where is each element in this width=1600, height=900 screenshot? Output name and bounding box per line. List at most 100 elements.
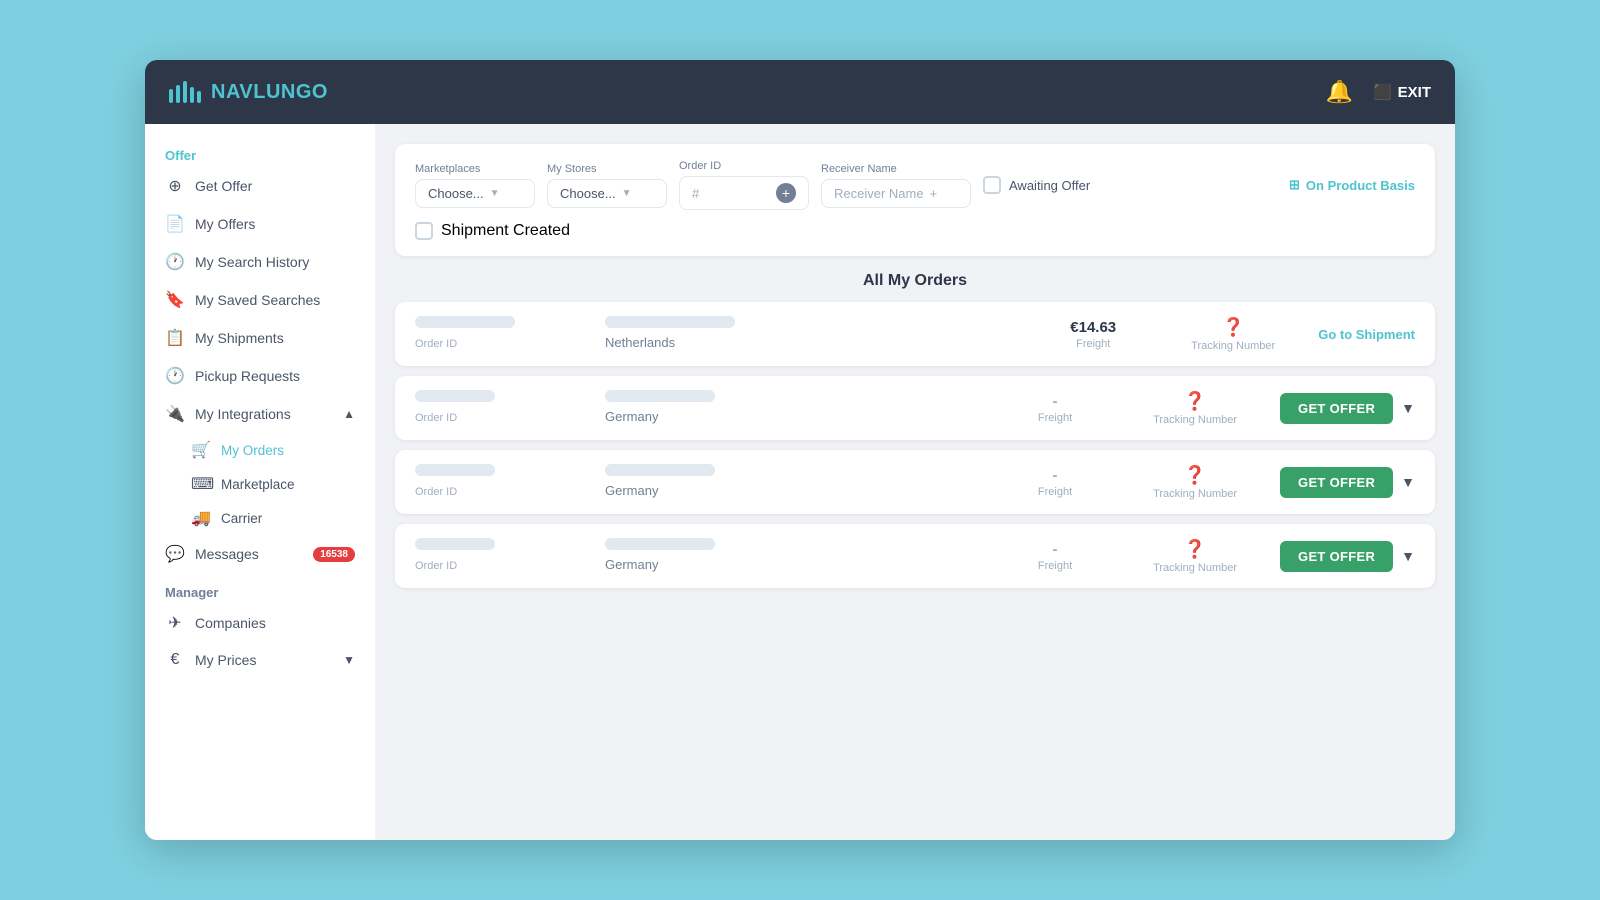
order-tracking-group: ❓ Tracking Number [1130, 539, 1260, 574]
sidebar-item-search-history[interactable]: 🕐 My Search History [145, 243, 375, 281]
sidebar-item-marketplace[interactable]: ⌨ Marketplace [161, 467, 375, 501]
document-icon: 📄 [165, 214, 185, 234]
sidebar-item-companies[interactable]: ✈ Companies [145, 604, 375, 642]
table-row: Order ID Germany - Freight ❓ Tracking Nu… [395, 376, 1435, 440]
receiver-name-filter: Receiver Name Receiver Name + [821, 163, 971, 208]
order-price: €14.63 [1038, 319, 1148, 336]
table-row: Order ID Netherlands €14.63 Freight ❓ Tr… [395, 302, 1435, 366]
order-price: - [1000, 541, 1110, 558]
notifications-button[interactable]: 🔔 [1326, 79, 1353, 105]
order-id-label: Order ID [415, 486, 457, 498]
order-country-group: Germany [605, 464, 785, 500]
exit-button[interactable]: ⬛ EXIT [1373, 83, 1431, 101]
marketplaces-filter: Marketplaces Choose... ▼ [415, 163, 535, 208]
order-country-bar [605, 316, 735, 328]
sidebar-item-messages[interactable]: 💬 Messages 16538 [145, 535, 375, 573]
expand-order-button[interactable]: ▼ [1401, 400, 1415, 416]
order-price: - [1000, 393, 1110, 410]
sidebar-item-label: My Orders [221, 443, 284, 458]
integrations-icon: 🔌 [165, 404, 185, 424]
get-offer-button[interactable]: GET OFFER [1280, 467, 1393, 498]
add-order-id-button[interactable]: + [776, 183, 796, 203]
messages-badge: 16538 [313, 547, 355, 562]
order-freight-label: Freight [1000, 486, 1110, 498]
sidebar-item-get-offer[interactable]: ⊕ Get Offer [145, 167, 375, 205]
order-id-bar [415, 390, 495, 402]
get-offer-button[interactable]: GET OFFER [1280, 541, 1393, 572]
tracking-number-label: Tracking Number [1130, 562, 1260, 574]
order-actions: GET OFFER ▼ [1280, 467, 1415, 498]
receiver-name-label: Receiver Name [821, 163, 971, 175]
order-id-label: Order ID [415, 560, 457, 572]
order-country: Germany [605, 409, 658, 424]
orders-title: All My Orders [395, 272, 1435, 290]
sidebar-item-my-prices[interactable]: € My Prices ▼ [145, 642, 375, 678]
on-product-basis-button[interactable]: ⊞ On Product Basis [1289, 177, 1415, 193]
select-arrow-icon: ▼ [490, 188, 500, 199]
order-id-placeholder: # [692, 186, 699, 201]
order-id-group: Order ID [415, 464, 575, 500]
sidebar-item-label: Companies [195, 615, 266, 631]
list-icon: 📋 [165, 328, 185, 348]
clock-icon: 🕐 [165, 252, 185, 272]
orders-section: All My Orders Order ID Netherlands €14.6… [395, 272, 1435, 820]
order-country-group: Germany [605, 538, 785, 574]
sidebar-item-label: My Integrations [195, 406, 291, 422]
sidebar-item-label: Get Offer [195, 178, 252, 194]
my-stores-filter: My Stores Choose... ▼ [547, 163, 667, 208]
order-tracking-group: ❓ Tracking Number [1168, 317, 1298, 352]
shipment-created-checkbox[interactable] [415, 222, 433, 240]
exit-icon: ⬛ [1373, 83, 1392, 101]
order-actions: Go to Shipment [1318, 327, 1415, 342]
tracking-help-icon: ❓ [1168, 317, 1298, 338]
plus-circle-icon: ⊕ [165, 176, 185, 196]
shipment-created-label: Shipment Created [441, 222, 570, 240]
table-row: Order ID Germany - Freight ❓ Tracking Nu… [395, 450, 1435, 514]
sidebar-item-my-orders[interactable]: 🛒 My Orders [161, 433, 375, 467]
receiver-name-input[interactable]: Receiver Name + [821, 179, 971, 208]
order-actions: GET OFFER ▼ [1280, 541, 1415, 572]
logo-text: NAVLUNGO [211, 81, 328, 104]
add-receiver-button[interactable]: + [930, 186, 938, 201]
order-tracking-group: ❓ Tracking Number [1130, 465, 1260, 500]
chevron-down-icon: ▼ [343, 653, 355, 667]
sidebar-item-pickup-requests[interactable]: 🕐 Pickup Requests [145, 357, 375, 395]
order-price-group: - Freight [1000, 467, 1110, 498]
sidebar-item-my-integrations[interactable]: 🔌 My Integrations ▲ [145, 395, 375, 433]
sidebar-item-my-offers[interactable]: 📄 My Offers [145, 205, 375, 243]
sidebar-item-label: My Prices [195, 652, 256, 668]
truck-icon: 🚚 [191, 508, 211, 528]
expand-order-button[interactable]: ▼ [1401, 474, 1415, 490]
get-offer-button[interactable]: GET OFFER [1280, 393, 1393, 424]
my-stores-label: My Stores [547, 163, 667, 175]
prices-icon: € [165, 651, 185, 669]
logo-icon [169, 81, 201, 103]
expand-order-button[interactable]: ▼ [1401, 548, 1415, 564]
tracking-number-label: Tracking Number [1130, 414, 1260, 426]
order-freight-label: Freight [1000, 412, 1110, 424]
header-right: 🔔 ⬛ EXIT [1326, 79, 1431, 105]
order-country: Germany [605, 483, 658, 498]
pickup-icon: 🕐 [165, 366, 185, 386]
sidebar-item-carrier[interactable]: 🚚 Carrier [161, 501, 375, 535]
sidebar-item-label: Messages [195, 546, 259, 562]
sidebar-offer-section: Offer [145, 140, 375, 167]
filter-row-2: Shipment Created [415, 222, 1415, 240]
tracking-help-icon: ❓ [1130, 465, 1260, 486]
marketplaces-select[interactable]: Choose... ▼ [415, 179, 535, 208]
awaiting-offer-checkbox[interactable] [983, 176, 1001, 194]
sidebar-item-my-shipments[interactable]: 📋 My Shipments [145, 319, 375, 357]
order-id-input[interactable]: # + [679, 176, 809, 210]
messages-icon: 💬 [165, 544, 185, 564]
my-stores-value: Choose... [560, 186, 616, 201]
sidebar-item-label: My Saved Searches [195, 292, 320, 308]
my-stores-select[interactable]: Choose... ▼ [547, 179, 667, 208]
go-to-shipment-link[interactable]: Go to Shipment [1318, 327, 1415, 342]
select-arrow-icon: ▼ [622, 188, 632, 199]
filter-row-1: Marketplaces Choose... ▼ My Stores Choos… [415, 160, 1415, 210]
cart-icon: 🛒 [191, 440, 211, 460]
awaiting-offer-checkbox-group[interactable]: Awaiting Offer [983, 176, 1090, 194]
order-id-label: Order ID [415, 338, 457, 350]
filter-bar: Marketplaces Choose... ▼ My Stores Choos… [395, 144, 1435, 256]
sidebar-item-saved-searches[interactable]: 🔖 My Saved Searches [145, 281, 375, 319]
